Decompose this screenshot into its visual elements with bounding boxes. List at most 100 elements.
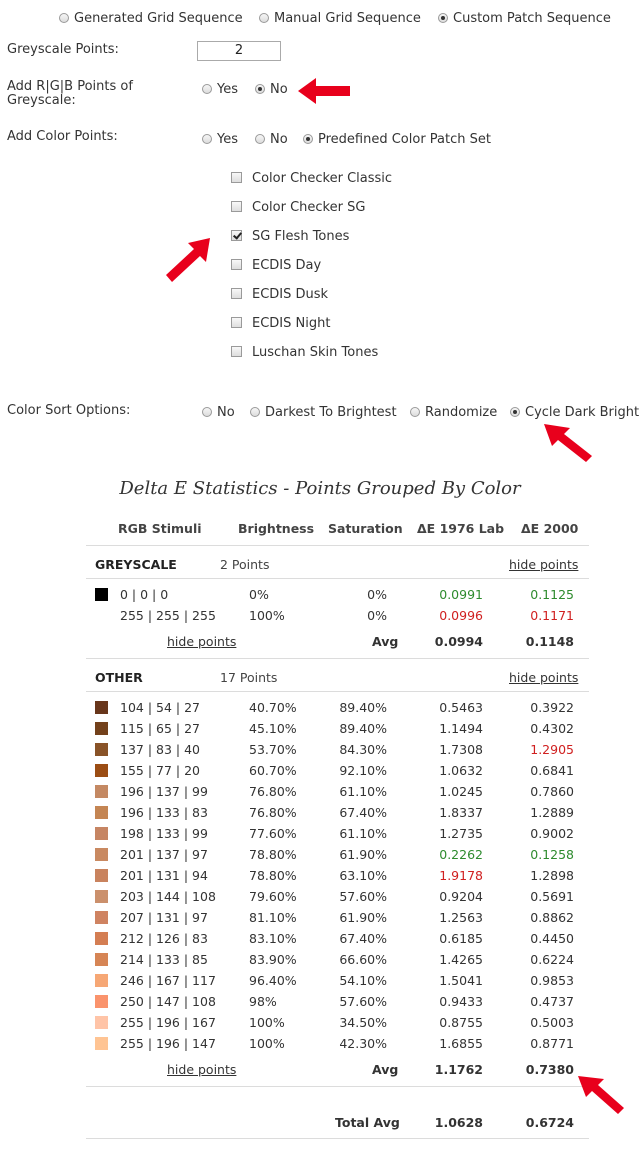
color-swatch	[95, 911, 108, 924]
cell-brightness: 98%	[249, 994, 277, 1009]
color-swatch	[95, 785, 108, 798]
group-greyscale-count: 2 Points	[220, 557, 270, 572]
radio-icon	[510, 407, 520, 417]
cell-de2000: 0.5691	[530, 889, 574, 904]
cell-brightness: 0%	[249, 587, 269, 602]
cell-de1976: 0.2262	[439, 847, 483, 862]
checkbox-color-checker-sg[interactable]: Color Checker SG	[231, 200, 365, 215]
greyscale-avg-de1976: 0.0994	[434, 634, 483, 649]
cell-de1976: 1.9178	[439, 868, 483, 883]
checkbox-ecdis-night[interactable]: ECDIS Night	[231, 316, 330, 331]
cell-rgb: 104 | 54 | 27	[120, 700, 200, 715]
color-swatch	[95, 701, 108, 714]
radio-sort-randomize[interactable]: Randomize	[410, 405, 497, 420]
cell-saturation: 0%	[367, 608, 387, 623]
radio-add-rgb-yes[interactable]: Yes	[202, 82, 238, 97]
cell-saturation: 84.30%	[339, 742, 387, 757]
cell-de2000: 0.1171	[530, 608, 574, 623]
hide-points-link[interactable]: hide points	[509, 557, 578, 572]
radio-icon	[59, 13, 69, 23]
total-avg-label: Total Avg	[335, 1115, 400, 1130]
radio-add-color-no[interactable]: No	[255, 132, 288, 147]
cell-rgb: 255 | 255 | 255	[120, 608, 216, 623]
cell-saturation: 89.40%	[339, 700, 387, 715]
cell-brightness: 45.10%	[249, 721, 297, 736]
cell-brightness: 40.70%	[249, 700, 297, 715]
header-de2000: ΔE 2000	[521, 521, 579, 536]
cell-de1976: 0.9204	[439, 889, 483, 904]
checkbox-icon	[231, 201, 242, 212]
cell-de1976: 1.8337	[439, 805, 483, 820]
cell-de1976: 1.0632	[439, 763, 483, 778]
cell-saturation: 67.40%	[339, 805, 387, 820]
color-swatch	[95, 974, 108, 987]
cell-de2000: 0.7860	[530, 784, 574, 799]
radio-add-color-predefined[interactable]: Predefined Color Patch Set	[303, 132, 491, 147]
cell-rgb: 255 | 196 | 147	[120, 1036, 216, 1051]
cell-rgb: 198 | 133 | 99	[120, 826, 208, 841]
radio-icon	[259, 13, 269, 23]
radio-sort-darkest-brightest[interactable]: Darkest To Brightest	[250, 405, 397, 420]
total-avg-de1976: 1.0628	[434, 1115, 483, 1130]
divider	[86, 545, 589, 546]
avg-label: Avg	[372, 1062, 399, 1077]
color-swatch	[95, 722, 108, 735]
radio-add-rgb-no[interactable]: No	[255, 82, 288, 97]
color-swatch	[95, 953, 108, 966]
hide-points-link[interactable]: hide points	[167, 634, 236, 649]
radio-add-color-yes[interactable]: Yes	[202, 132, 238, 147]
stats-title: Delta E Statistics - Points Grouped By C…	[119, 478, 521, 499]
checkbox-ecdis-dusk[interactable]: ECDIS Dusk	[231, 287, 328, 302]
checkbox-luschan-skin-tones[interactable]: Luschan Skin Tones	[231, 345, 378, 360]
checkbox-color-checker-classic[interactable]: Color Checker Classic	[231, 171, 392, 186]
cell-saturation: 61.90%	[339, 847, 387, 862]
cell-brightness: 100%	[249, 1036, 285, 1051]
checkbox-ecdis-day[interactable]: ECDIS Day	[231, 258, 321, 273]
radio-sort-no[interactable]: No	[202, 405, 235, 420]
cell-saturation: 42.30%	[339, 1036, 387, 1051]
color-swatch	[95, 848, 108, 861]
cell-brightness: 100%	[249, 608, 285, 623]
hide-points-link[interactable]: hide points	[167, 1062, 236, 1077]
color-swatch	[95, 743, 108, 756]
add-color-label: Add Color Points:	[7, 129, 118, 144]
radio-icon	[255, 134, 265, 144]
color-swatch	[95, 764, 108, 777]
greyscale-points-input[interactable]: 2	[197, 41, 281, 61]
cell-de1976: 0.0996	[439, 608, 483, 623]
cell-de1976: 0.6185	[439, 931, 483, 946]
cell-brightness: 78.80%	[249, 847, 297, 862]
cell-de2000: 0.4302	[530, 721, 574, 736]
radio-generated-grid[interactable]: Generated Grid Sequence	[59, 11, 243, 26]
cell-de1976: 1.0245	[439, 784, 483, 799]
cell-brightness: 76.80%	[249, 805, 297, 820]
checkbox-sg-flesh-tones[interactable]: SG Flesh Tones	[231, 229, 349, 244]
color-swatch	[95, 588, 108, 601]
cell-rgb: 155 | 77 | 20	[120, 763, 200, 778]
cell-rgb: 137 | 83 | 40	[120, 742, 200, 757]
add-rgb-label: Add R|G|B Points of Greyscale:	[7, 79, 133, 108]
cell-rgb: 255 | 196 | 167	[120, 1015, 216, 1030]
radio-manual-grid[interactable]: Manual Grid Sequence	[259, 11, 421, 26]
radio-custom-patch[interactable]: Custom Patch Sequence	[438, 11, 611, 26]
cell-brightness: 77.60%	[249, 826, 297, 841]
cell-rgb: 212 | 126 | 83	[120, 931, 208, 946]
checkbox-icon	[231, 288, 242, 299]
cell-de2000: 0.9853	[530, 973, 574, 988]
cell-brightness: 78.80%	[249, 868, 297, 883]
cell-de2000: 0.3922	[530, 700, 574, 715]
cell-de2000: 1.2905	[530, 742, 574, 757]
cell-brightness: 96.40%	[249, 973, 297, 988]
cell-saturation: 61.10%	[339, 826, 387, 841]
divider	[86, 691, 589, 692]
color-swatch	[95, 1037, 108, 1050]
cell-rgb: 201 | 131 | 94	[120, 868, 208, 883]
cell-rgb: 207 | 131 | 97	[120, 910, 208, 925]
radio-icon	[255, 84, 265, 94]
color-swatch	[95, 890, 108, 903]
arrow-icon	[166, 238, 210, 282]
radio-sort-cycle-dark-bright[interactable]: Cycle Dark Bright	[510, 405, 639, 420]
cell-saturation: 66.60%	[339, 952, 387, 967]
cell-de1976: 0.9433	[439, 994, 483, 1009]
hide-points-link[interactable]: hide points	[509, 670, 578, 685]
